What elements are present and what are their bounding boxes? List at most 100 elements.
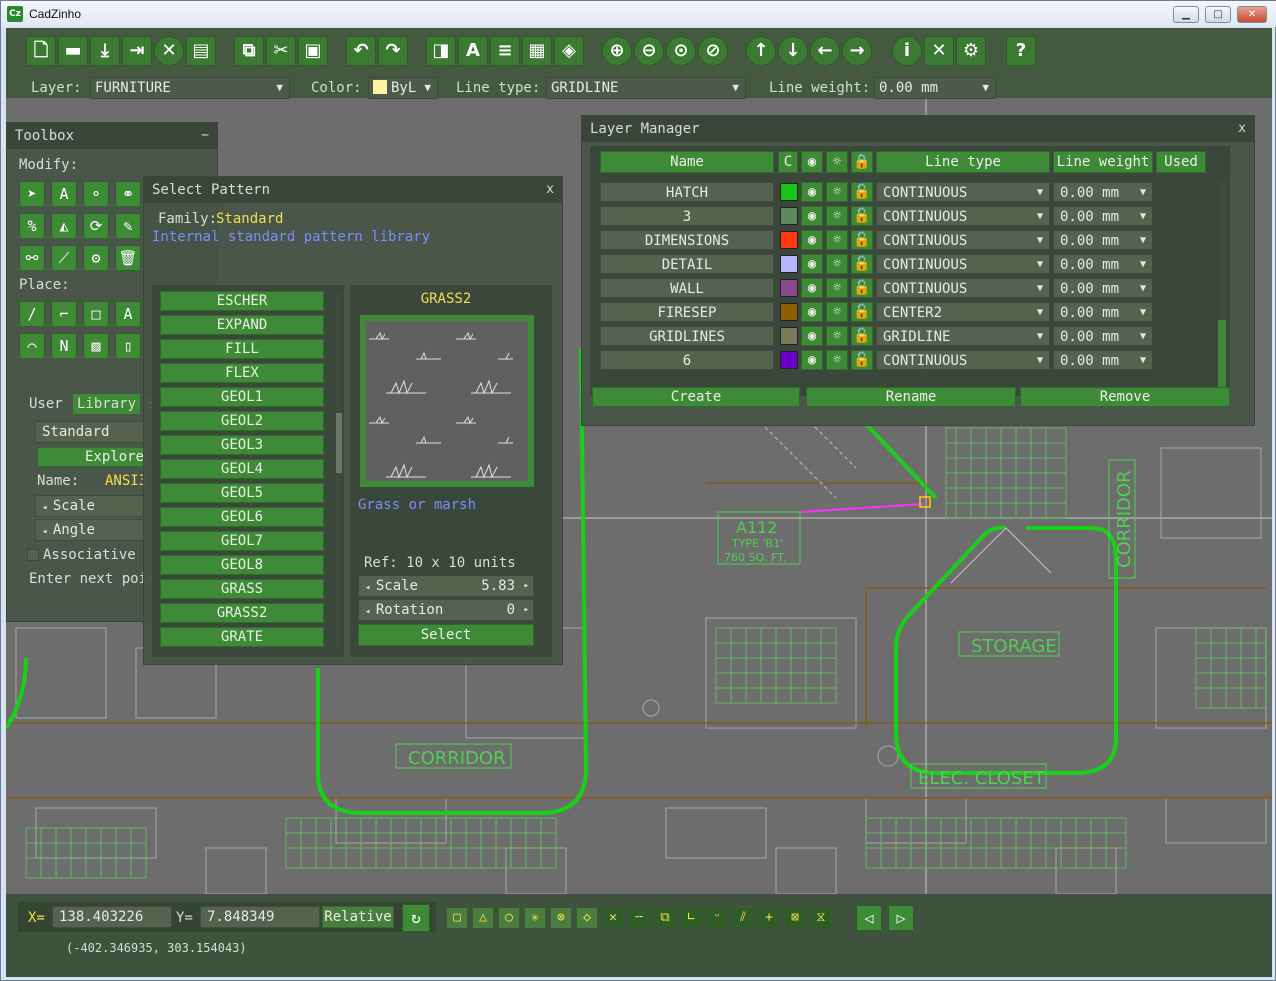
pan-left-icon[interactable]: ← [810, 36, 840, 66]
new-file-icon[interactable]: 🗋 [26, 36, 56, 66]
layer-linetype[interactable]: CONTINUOUS ▼ [876, 254, 1050, 274]
close-file-icon[interactable]: ✕ [154, 36, 184, 66]
pattern-item[interactable]: GEOL5 [160, 483, 324, 503]
layer-linetype[interactable]: GRIDLINE ▼ [876, 326, 1050, 346]
eye-icon[interactable]: ◉ [801, 206, 823, 226]
next-view-icon[interactable]: ▷ [888, 905, 914, 931]
layer-name[interactable]: 6 [600, 350, 774, 370]
open-folder-icon[interactable]: ▬ [58, 36, 88, 66]
eye-icon[interactable]: ◉ [801, 254, 823, 274]
lineweight-select[interactable]: 0.00 mm ▼ [874, 77, 996, 99]
layer-row[interactable]: FIRESEP ◉ ☼ 🔓 CENTER2 ▼ 0.00 mm ▼ [590, 302, 1220, 324]
layer-lineweight[interactable]: 0.00 mm ▼ [1053, 278, 1153, 298]
select-pointer-icon[interactable]: ➤ [19, 181, 45, 207]
close-button[interactable]: ✕ [1237, 6, 1267, 23]
layer-color-swatch[interactable] [780, 183, 798, 201]
layer-linetype[interactable]: CONTINUOUS ▼ [876, 278, 1050, 298]
list-scrollbar[interactable] [336, 293, 342, 649]
zoom-out-icon[interactable]: ⊖ [634, 36, 664, 66]
layer-row[interactable]: 3 ◉ ☼ 🔓 CONTINUOUS ▼ 0.00 mm ▼ [590, 206, 1220, 228]
blocks-icon[interactable]: ▦ [522, 36, 552, 66]
snap-extension-icon[interactable]: ╌ [628, 907, 650, 929]
unlock-icon[interactable]: 🔓 [851, 326, 873, 346]
polyline-tool-icon[interactable]: ⌐ [51, 301, 77, 327]
layer-linetype[interactable]: CONTINUOUS ▼ [876, 206, 1050, 226]
spline-tool-icon[interactable]: N [51, 333, 77, 359]
unlock-icon[interactable]: 🔓 [851, 278, 873, 298]
layer-row[interactable]: WALL ◉ ☼ 🔓 CONTINUOUS ▼ 0.00 mm ▼ [590, 278, 1220, 300]
settings-icon[interactable]: ⚙ [956, 36, 986, 66]
layer-color-swatch[interactable] [780, 231, 798, 249]
layer-color-swatch[interactable] [780, 303, 798, 321]
zoom-all-icon[interactable]: ⊙ [666, 36, 696, 66]
pattern-item[interactable]: GRATE [160, 627, 324, 647]
snap-center-icon[interactable]: ○ [498, 907, 520, 929]
line-tool-icon[interactable]: / [19, 301, 45, 327]
pattern-item[interactable]: EXPAND [160, 315, 324, 335]
eye-icon[interactable]: ◉ [801, 182, 823, 202]
pattern-item[interactable]: GRASS [160, 579, 324, 599]
snap-magnet-icon[interactable]: ↻ [402, 904, 430, 932]
close-icon[interactable]: x [1238, 116, 1246, 142]
snap-hourglass-icon[interactable]: ⧖ [810, 907, 832, 929]
layer-name[interactable]: DETAIL [600, 254, 774, 274]
delete-icon[interactable]: 🗑 [115, 245, 141, 271]
maximize-button[interactable]: □ [1205, 6, 1231, 23]
layer-lineweight[interactable]: 0.00 mm ▼ [1053, 182, 1153, 202]
mirror-icon[interactable]: ◭ [51, 213, 77, 239]
block-tool-icon[interactable]: ▯ [115, 333, 141, 359]
sun-icon[interactable]: ☼ [826, 302, 848, 322]
layer-linetype[interactable]: CENTER2 ▼ [876, 302, 1050, 322]
snap-tangent-icon[interactable]: ᵕ [706, 907, 728, 929]
pattern-item[interactable]: GEOL8 [160, 555, 324, 575]
layers-icon[interactable]: ◨ [426, 36, 456, 66]
rectangle-tool-icon[interactable]: □ [83, 301, 109, 327]
layer-row[interactable]: DIMENSIONS ◉ ☼ 🔓 CONTINUOUS ▼ 0.00 mm ▼ [590, 230, 1220, 252]
eye-icon[interactable]: ◉ [801, 151, 823, 173]
unlock-icon[interactable]: 🔓 [851, 206, 873, 226]
rotation-field[interactable]: ◂ Rotation 0 ▸ [358, 599, 534, 621]
layer-name[interactable]: DIMENSIONS [600, 230, 774, 250]
snap-midpoint-icon[interactable]: △ [472, 907, 494, 929]
lock-icon[interactable]: 🔒 [851, 151, 873, 173]
help-icon[interactable]: ? [1006, 36, 1036, 66]
explore-button[interactable]: Explore [37, 447, 149, 467]
pattern-item[interactable]: GEOL7 [160, 531, 324, 551]
layer-color-swatch[interactable] [780, 279, 798, 297]
tab-library[interactable]: Library [73, 394, 141, 414]
sun-icon[interactable]: ☼ [826, 206, 848, 226]
pattern-item[interactable]: GEOL2 [160, 411, 324, 431]
collapse-icon[interactable]: − [201, 123, 209, 149]
color-select[interactable]: ByL ▼ [368, 77, 438, 99]
eye-icon[interactable]: ◉ [801, 230, 823, 250]
pattern-item[interactable]: FLEX [160, 363, 324, 383]
text-edit-icon[interactable]: A [51, 181, 77, 207]
pattern-item[interactable]: GEOL3 [160, 435, 324, 455]
layer-lineweight[interactable]: 0.00 mm ▼ [1053, 350, 1153, 370]
sun-icon[interactable]: ☼ [826, 182, 848, 202]
x-coordinate-field[interactable]: 138.403226 [52, 906, 172, 928]
unlock-icon[interactable]: 🔓 [851, 350, 873, 370]
sun-icon[interactable]: ☼ [826, 151, 848, 173]
unlock-icon[interactable]: 🔓 [851, 230, 873, 250]
eye-icon[interactable]: ◉ [801, 278, 823, 298]
snap-perpendicular-icon[interactable]: ∟ [680, 907, 702, 929]
pattern-item[interactable]: FILL [160, 339, 324, 359]
y-coordinate-field[interactable]: 7.848349 [200, 906, 320, 928]
layer-name[interactable]: FIRESEP [600, 302, 774, 322]
sun-icon[interactable]: ☼ [826, 230, 848, 250]
move-icon[interactable]: ⚬ [83, 181, 109, 207]
info-icon[interactable]: i [892, 36, 922, 66]
snap-intersection-icon[interactable]: ✕ [602, 907, 624, 929]
eye-icon[interactable]: ◉ [801, 302, 823, 322]
snap-nearest-icon[interactable]: + [758, 907, 780, 929]
layer-row[interactable]: DETAIL ◉ ☼ 🔓 CONTINUOUS ▼ 0.00 mm ▼ [590, 254, 1220, 276]
color-column-header[interactable]: C [778, 151, 798, 173]
eye-icon[interactable]: ◉ [801, 350, 823, 370]
find-icon[interactable]: ⚯ [19, 245, 45, 271]
redo-icon[interactable]: ↷ [378, 36, 408, 66]
snap-endpoint-icon[interactable]: □ [446, 907, 468, 929]
angle-field[interactable]: ◂ Angle [35, 519, 150, 541]
print-icon[interactable]: ▤ [186, 36, 216, 66]
pan-right-icon[interactable]: → [842, 36, 872, 66]
